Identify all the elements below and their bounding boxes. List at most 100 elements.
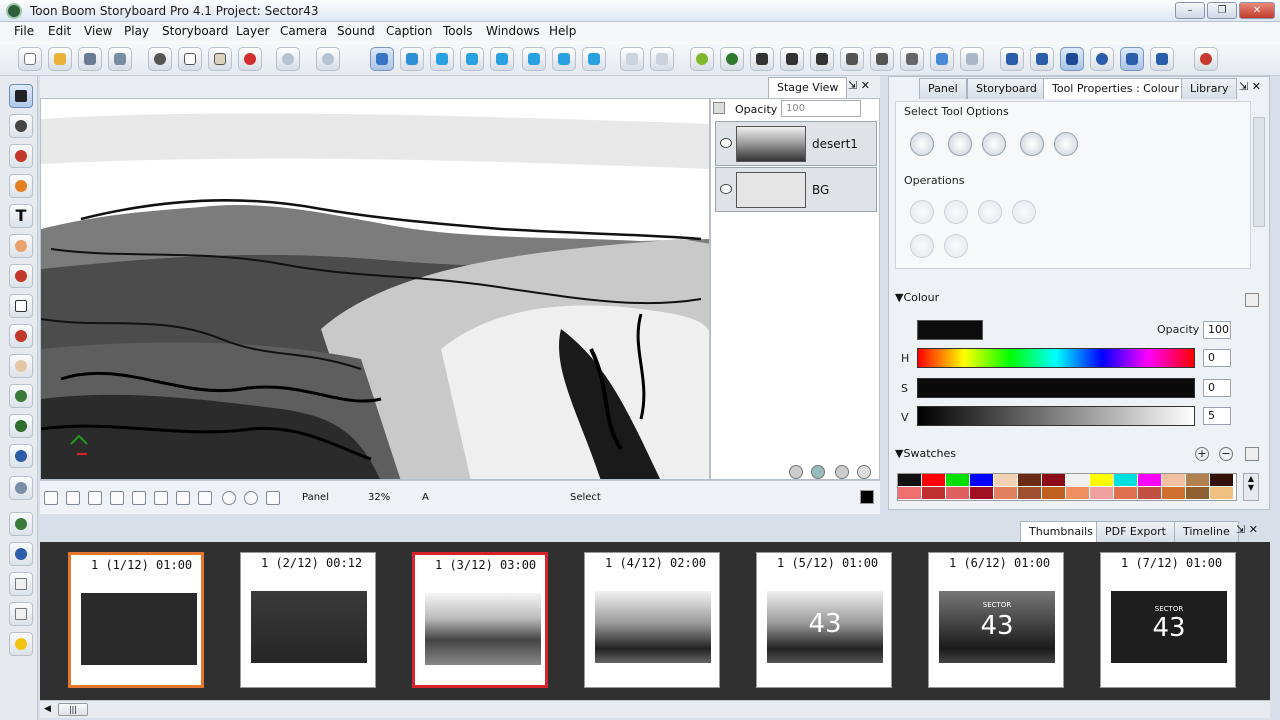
menu-layer[interactable]: Layer <box>236 24 269 38</box>
eye-icon[interactable] <box>720 138 732 148</box>
saturation-field[interactable]: 0 <box>1203 379 1231 397</box>
antialias-label[interactable]: A <box>422 492 429 503</box>
scene-tool-button[interactable] <box>870 47 894 71</box>
colour-swatch[interactable] <box>1162 474 1186 487</box>
tab-stage-view[interactable]: Stage View <box>768 77 848 98</box>
thumbnails-view-button[interactable] <box>460 47 484 71</box>
notes-tool[interactable] <box>9 602 33 626</box>
text-tool[interactable]: T <box>9 204 33 228</box>
scroll-left-icon[interactable]: ◀ <box>44 704 51 714</box>
eraser-tool[interactable] <box>9 234 33 258</box>
colour-swatch[interactable] <box>898 474 922 487</box>
camera-frame-tool[interactable] <box>9 476 33 500</box>
camera-tool[interactable] <box>9 384 33 408</box>
opacity-field[interactable]: 100 <box>781 100 861 117</box>
swatch-options-icon[interactable] <box>1245 447 1259 461</box>
tool-options-scrollbar[interactable] <box>1253 117 1265 227</box>
colour-swatch[interactable] <box>1186 474 1210 487</box>
thumbnail-panel[interactable]: 1 (6/12) 01:00 SECTOR 43 <box>928 552 1064 688</box>
menu-play[interactable]: Play <box>124 24 149 38</box>
table-view-button[interactable] <box>552 47 576 71</box>
rotate-cw-icon[interactable] <box>1012 200 1036 224</box>
menu-caption[interactable]: Caption <box>386 24 432 38</box>
colour-swatch[interactable] <box>1090 474 1114 487</box>
first-frame-button[interactable] <box>1000 47 1024 71</box>
colour-swatch[interactable] <box>1042 474 1066 487</box>
document-tool[interactable] <box>9 572 33 596</box>
eye-icon[interactable] <box>720 184 732 194</box>
swatch-scroll[interactable]: ▲ ▼ <box>1243 473 1259 501</box>
thumbnail-panel[interactable]: 1 (7/12) 01:00 SECTOR 43 <box>1100 552 1236 688</box>
camera-mask-icon[interactable] <box>154 491 168 505</box>
flip-horizontal-icon[interactable] <box>910 200 934 224</box>
overlay-icon[interactable] <box>176 491 190 505</box>
colour-swatch[interactable] <box>1138 487 1162 500</box>
dock-close-icon[interactable]: ⇲ ✕ <box>1236 523 1258 536</box>
colour-swatch[interactable] <box>1114 487 1138 500</box>
copy-button[interactable] <box>178 47 202 71</box>
swatches-section-toggle[interactable]: ▼Swatches <box>895 447 956 460</box>
morph-tool[interactable] <box>9 414 33 438</box>
camera-preview-button[interactable] <box>1150 47 1174 71</box>
view-mode-button[interactable] <box>370 47 394 71</box>
select-by-colour-icon[interactable] <box>948 132 972 156</box>
select-tool[interactable] <box>9 84 33 108</box>
colour-swatch[interactable] <box>1066 474 1090 487</box>
tab-timeline[interactable]: Timeline <box>1174 521 1239 542</box>
menu-view[interactable]: View <box>84 24 112 38</box>
thumbnail-panel[interactable]: 1 (1/12) 01:00 <box>68 552 204 688</box>
menu-camera[interactable]: Camera <box>280 24 327 38</box>
preview-icon[interactable] <box>266 491 280 505</box>
duplicate-layer-icon[interactable] <box>835 465 849 479</box>
dock-close-icon[interactable]: ⇲ ✕ <box>848 79 870 92</box>
grid-icon[interactable] <box>66 491 80 505</box>
layer-options-icon[interactable] <box>713 102 725 114</box>
colour-swatch[interactable] <box>922 487 946 500</box>
colour-options-icon[interactable] <box>1245 293 1259 307</box>
stage-view-button[interactable] <box>522 47 546 71</box>
new-project-button[interactable] <box>18 47 42 71</box>
value-slider[interactable] <box>917 406 1195 426</box>
flip-vertical-icon[interactable] <box>944 200 968 224</box>
smart-join-button[interactable] <box>840 47 864 71</box>
brush-tool[interactable] <box>9 144 33 168</box>
select-pointer-icon[interactable] <box>1020 132 1044 156</box>
colour-swatch[interactable] <box>1114 474 1138 487</box>
new-panel-button[interactable] <box>720 47 744 71</box>
colour-swatch[interactable] <box>1090 487 1114 500</box>
tab-thumbnails[interactable]: Thumbnails <box>1020 521 1102 542</box>
add-swatch-icon[interactable]: + <box>1195 447 1209 461</box>
colour-swatch[interactable] <box>1210 487 1234 500</box>
minimize-button[interactable]: – <box>1175 2 1205 19</box>
zoom-level[interactable]: 32% <box>368 492 390 503</box>
transform-tool[interactable] <box>9 444 33 468</box>
tab-storyboard[interactable]: Storyboard <box>967 78 1046 99</box>
smooth-icon[interactable] <box>910 234 934 258</box>
delete-button[interactable] <box>238 47 262 71</box>
flatten-icon[interactable] <box>944 234 968 258</box>
tab-library[interactable]: Library <box>1181 78 1238 99</box>
colour-swatch[interactable] <box>922 474 946 487</box>
menu-storyboard[interactable]: Storyboard <box>162 24 228 38</box>
menu-edit[interactable]: Edit <box>48 24 71 38</box>
lasso-icon[interactable] <box>910 132 934 156</box>
pencil-view-icon[interactable] <box>198 491 212 505</box>
split-panel-button[interactable] <box>780 47 804 71</box>
colour-swatch[interactable] <box>1138 474 1162 487</box>
colour-swatch[interactable] <box>1162 487 1186 500</box>
sound-tool-button[interactable] <box>930 47 954 71</box>
saturation-slider[interactable] <box>917 378 1195 398</box>
safe-area-icon[interactable] <box>88 491 102 505</box>
rectangle-tool[interactable] <box>9 294 33 318</box>
tab-pdf-export[interactable]: PDF Export <box>1096 521 1175 542</box>
merge-panel-button[interactable] <box>810 47 834 71</box>
thumbnail-panel[interactable]: 1 (5/12) 01:00 43 <box>756 552 892 688</box>
colour-swatch[interactable] <box>970 474 994 487</box>
save-as-button[interactable] <box>108 47 132 71</box>
colour-swatch[interactable] <box>1042 487 1066 500</box>
colour-swatch[interactable] <box>1186 487 1210 500</box>
colour-swatch[interactable] <box>994 474 1018 487</box>
colour-swatch[interactable] <box>994 487 1018 500</box>
new-scene-button[interactable] <box>690 47 714 71</box>
colour-section-toggle[interactable]: ▼Colour <box>895 291 939 304</box>
